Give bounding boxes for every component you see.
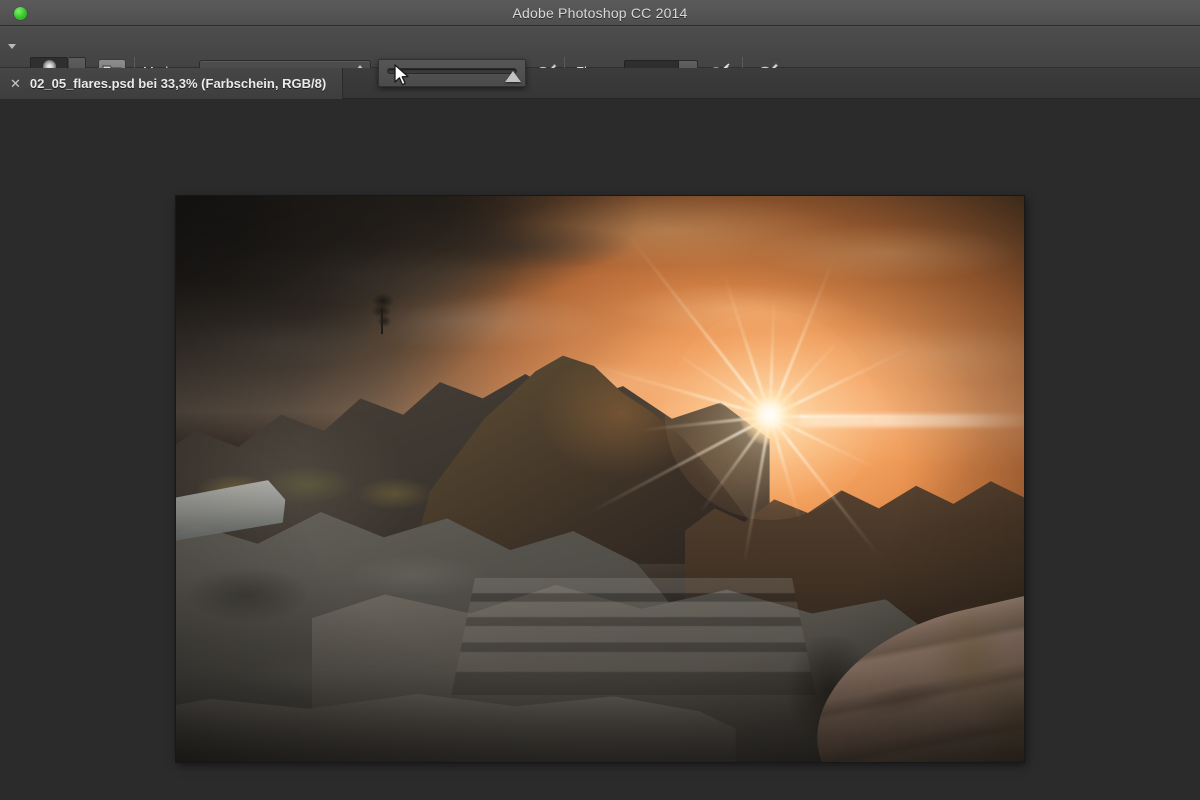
document-tab-bar: ✕ 02_05_flares.psd bei 33,3% (Farbschein… bbox=[0, 68, 1200, 99]
close-x-icon[interactable]: ✕ bbox=[10, 77, 21, 90]
document-canvas-image[interactable] bbox=[176, 196, 1024, 762]
opacity-slider-track[interactable] bbox=[387, 68, 517, 74]
opacity-slider-handle[interactable] bbox=[505, 71, 521, 82]
document-tab-title: 02_05_flares.psd bei 33,3% (Farbschein, … bbox=[29, 76, 327, 91]
vignette-layer bbox=[176, 196, 1024, 762]
document-tab[interactable]: ✕ 02_05_flares.psd bei 33,3% (Farbschein… bbox=[0, 68, 344, 99]
photoshop-window: Adobe Photoshop CC 2014 203 Modus: bbox=[0, 0, 1200, 800]
window-title-bar: Adobe Photoshop CC 2014 bbox=[0, 0, 1200, 26]
opacity-slider-popup[interactable] bbox=[378, 59, 526, 87]
tool-preset-flyout-button[interactable] bbox=[8, 44, 16, 49]
tool-options-bar: 203 Modus: Normal Deckkr.: 100% bbox=[0, 26, 1200, 89]
canvas-area[interactable] bbox=[0, 99, 1200, 800]
chevron-down-icon bbox=[8, 44, 16, 49]
window-title: Adobe Photoshop CC 2014 bbox=[512, 5, 688, 21]
